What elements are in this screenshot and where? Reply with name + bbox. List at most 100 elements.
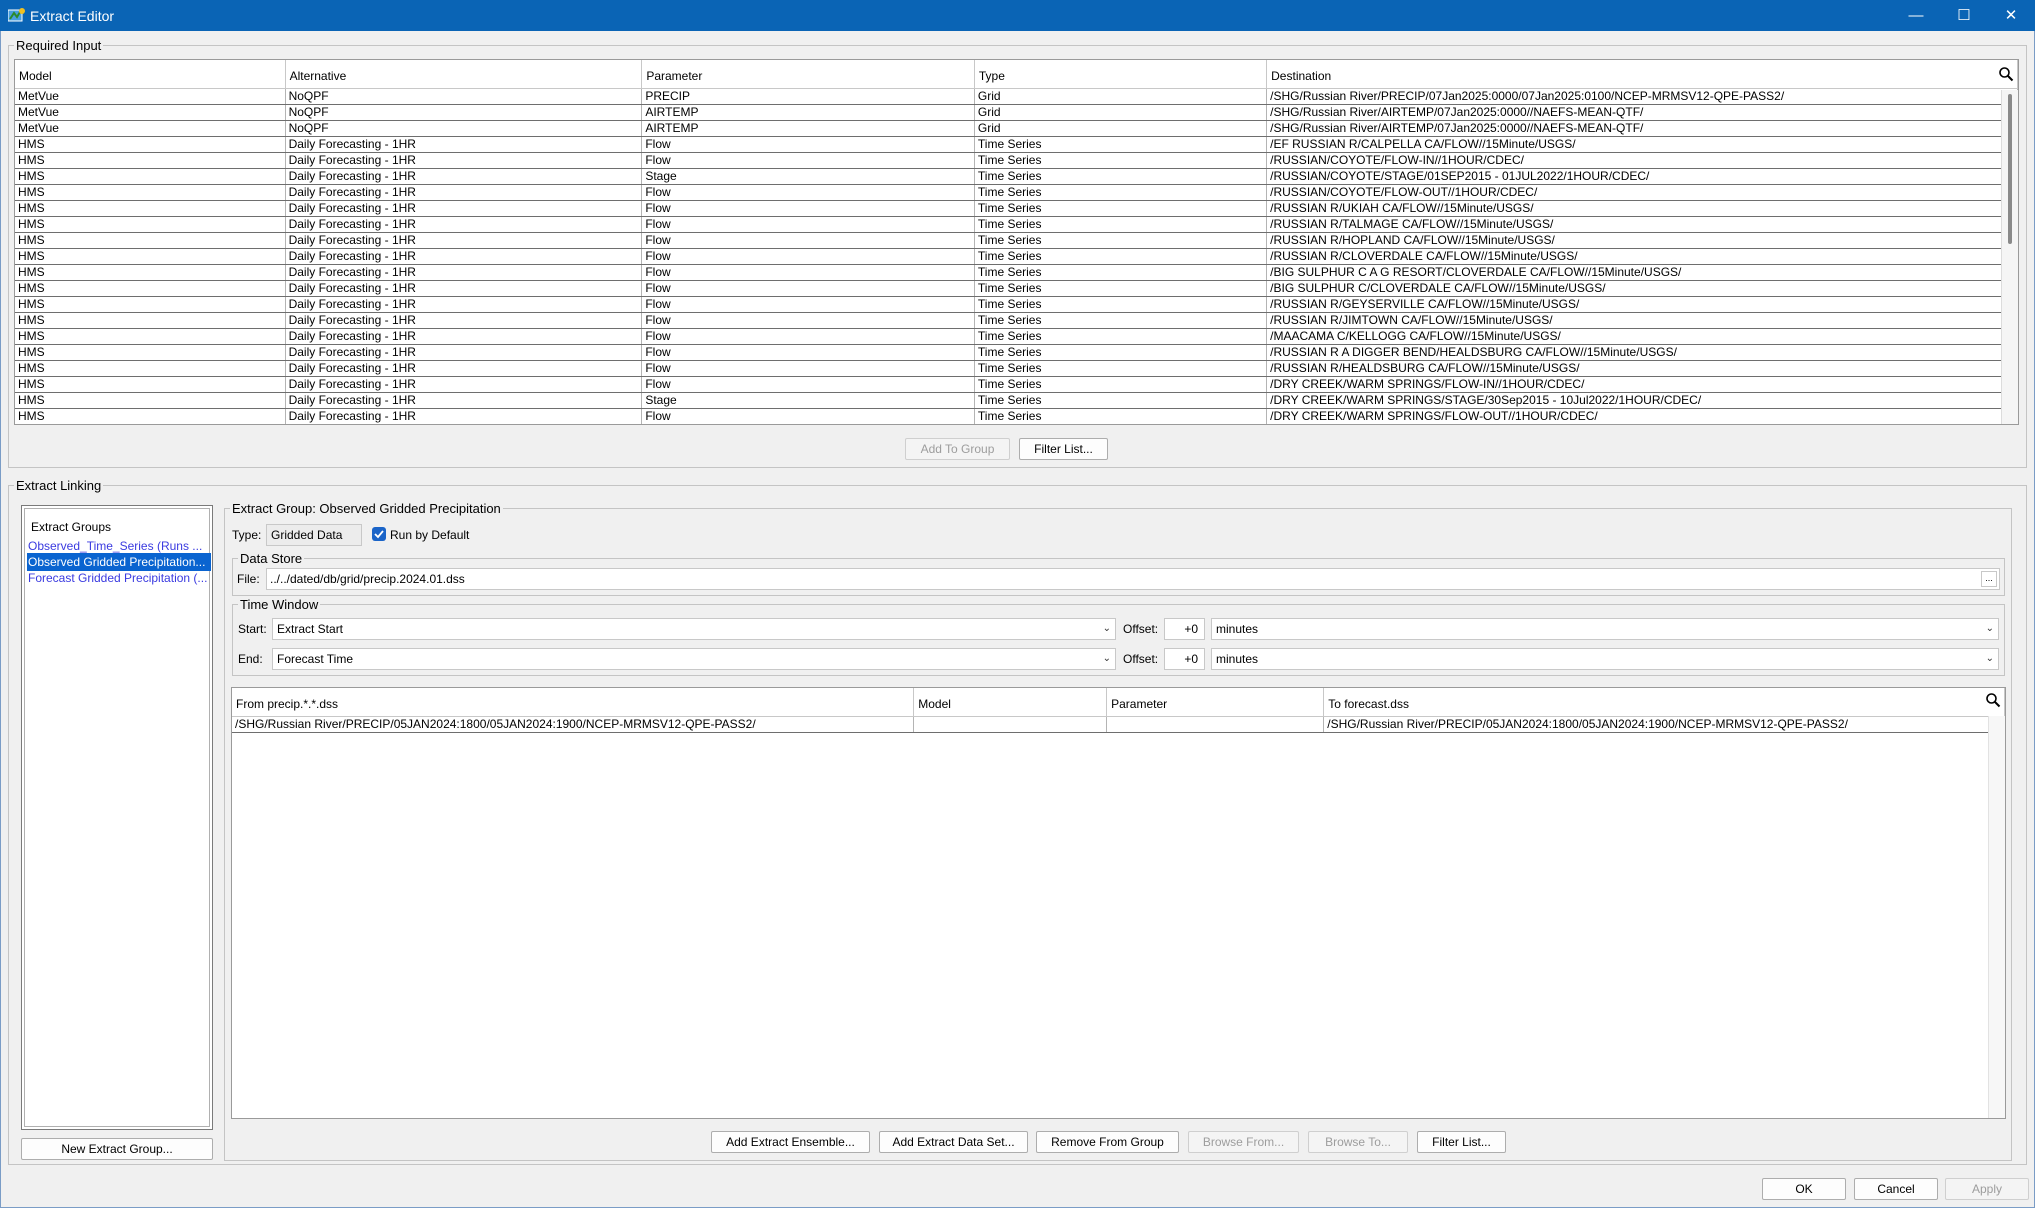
table-cell: Daily Forecasting - 1HR bbox=[285, 376, 643, 393]
table-cell: HMS bbox=[15, 392, 286, 409]
table-cell: /BIG SULPHUR C A G RESORT/CLOVERDALE CA/… bbox=[1266, 264, 2018, 281]
close-button[interactable]: ✕ bbox=[1988, 0, 2034, 31]
file-browse-button[interactable]: ... bbox=[1981, 571, 1997, 587]
end-select-value: Forecast Time bbox=[277, 652, 354, 666]
table-cell: Flow bbox=[641, 216, 975, 233]
column-header[interactable]: Type bbox=[974, 60, 1268, 89]
table-cell: /DRY CREEK/WARM SPRINGS/STAGE/30Sep2015 … bbox=[1266, 392, 2018, 409]
table-row[interactable]: MetVue NoQPF PRECIP Grid/SHG/Russian River/… bbox=[15, 88, 2018, 105]
table-cell: Daily Forecasting - 1HR bbox=[285, 392, 643, 409]
minimize-button[interactable]: — bbox=[1893, 0, 1939, 31]
column-header[interactable]: Model bbox=[913, 688, 1108, 717]
filter-list-button-linking[interactable]: Filter List... bbox=[1417, 1131, 1506, 1153]
table-cell: Time Series bbox=[974, 392, 1268, 409]
filter-list-button[interactable]: Filter List... bbox=[1019, 438, 1108, 460]
column-header[interactable]: From precip.*.*.dss bbox=[232, 688, 915, 717]
column-header[interactable]: Parameter bbox=[641, 60, 975, 89]
run-by-default-checkbox[interactable] bbox=[372, 527, 386, 541]
table-cell: Flow bbox=[641, 408, 975, 424]
table-row[interactable]: HMS Daily Forecasting - 1HR Flow Time Serie… bbox=[15, 264, 2018, 281]
table-row[interactable]: HMS Daily Forecasting - 1HR Flow Time Serie… bbox=[15, 344, 2018, 361]
table-cell: Daily Forecasting - 1HR bbox=[285, 136, 643, 153]
table-cell: HMS bbox=[15, 152, 286, 169]
table-row[interactable]: HMS Daily Forecasting - 1HR Flow Time Serie… bbox=[15, 312, 2018, 329]
table-row[interactable]: MetVue NoQPF AIRTEMP Grid/SHG/Russian River… bbox=[15, 120, 2018, 137]
new-extract-group-button[interactable]: New Extract Group... bbox=[21, 1138, 213, 1160]
end-offset-input[interactable]: +0 bbox=[1164, 648, 1205, 670]
table-row[interactable]: HMS Daily Forecasting - 1HR Flow Time Serie… bbox=[15, 408, 2018, 424]
table-cell: Flow bbox=[641, 328, 975, 345]
table-row[interactable]: HMS Daily Forecasting - 1HR Flow Time Serie… bbox=[15, 328, 2018, 345]
table-cell: Daily Forecasting - 1HR bbox=[285, 328, 643, 345]
search-icon[interactable] bbox=[1985, 692, 2001, 708]
column-header[interactable]: Destination bbox=[1266, 60, 2018, 89]
remove-from-group-button[interactable]: Remove From Group bbox=[1036, 1131, 1179, 1153]
browse-from-button[interactable]: Browse From... bbox=[1188, 1131, 1299, 1153]
required-input-grid: Model Alternative Parameter Type Destination… bbox=[15, 60, 2018, 424]
column-header[interactable]: Alternative bbox=[285, 60, 643, 89]
start-select[interactable]: Extract Start ⌄ bbox=[272, 618, 1116, 640]
table-row[interactable]: HMS Daily Forecasting - 1HR Stage Time Seri… bbox=[15, 168, 2018, 185]
table-cell: Flow bbox=[641, 360, 975, 377]
table-cell: /RUSSIAN R/HEALDSBURG CA/FLOW//15Minute/… bbox=[1266, 360, 2018, 377]
table-cell: NoQPF bbox=[285, 104, 643, 121]
add-extract-data-set-button[interactable]: Add Extract Data Set... bbox=[879, 1131, 1028, 1153]
add-to-group-button[interactable]: Add To Group bbox=[905, 438, 1010, 460]
table-cell: Flow bbox=[641, 248, 975, 265]
extract-linking-legend: Extract Linking bbox=[16, 478, 102, 493]
table-cell: MetVue bbox=[15, 88, 286, 105]
table-row[interactable]: HMS Daily Forecasting - 1HR Flow Time Serie… bbox=[15, 296, 2018, 313]
search-icon[interactable] bbox=[1998, 66, 2014, 82]
mapping-table[interactable]: From precip.*.*.dss Model Parameter To fore… bbox=[231, 687, 2006, 1119]
mapping-scrollbar[interactable] bbox=[1988, 716, 2005, 1118]
extract-group-item[interactable]: Forecast Gridded Precipitation (... bbox=[27, 569, 211, 587]
table-row[interactable]: HMS Daily Forecasting - 1HR Flow Time Serie… bbox=[15, 136, 2018, 153]
required-input-table[interactable]: Model Alternative Parameter Type Destination… bbox=[14, 59, 2019, 425]
table-row[interactable]: HMS Daily Forecasting - 1HR Flow Time Serie… bbox=[15, 216, 2018, 233]
table-row[interactable]: HMS Daily Forecasting - 1HR Flow Time Serie… bbox=[15, 360, 2018, 377]
ok-button[interactable]: OK bbox=[1762, 1178, 1846, 1200]
chevron-down-icon: ⌄ bbox=[1102, 623, 1111, 634]
end-select[interactable]: Forecast Time ⌄ bbox=[272, 648, 1116, 670]
end-unit-select[interactable]: minutes ⌄ bbox=[1211, 648, 1999, 670]
required-input-legend: Required Input bbox=[16, 38, 102, 53]
column-header[interactable]: Parameter bbox=[1106, 688, 1325, 717]
extract-groups-list[interactable]: Extract Groups Observed_Time_Series (Run… bbox=[21, 505, 213, 1130]
add-extract-ensemble-button[interactable]: Add Extract Ensemble... bbox=[711, 1131, 870, 1153]
run-by-default-label[interactable]: Run by Default bbox=[390, 528, 469, 542]
file-input[interactable]: ../../dated/db/grid/precip.2024.01.dss .… bbox=[266, 568, 2000, 590]
file-input-value: ../../dated/db/grid/precip.2024.01.dss bbox=[270, 572, 465, 586]
required-input-scrollbar[interactable] bbox=[2001, 90, 2018, 424]
cancel-button[interactable]: Cancel bbox=[1854, 1178, 1938, 1200]
start-unit-select[interactable]: minutes ⌄ bbox=[1211, 618, 1999, 640]
table-cell: /SHG/Russian River/AIRTEMP/07Jan2025:000… bbox=[1266, 104, 2018, 121]
table-row[interactable]: HMS Daily Forecasting - 1HR Flow Time Serie… bbox=[15, 280, 2018, 297]
start-offset-input[interactable]: +0 bbox=[1164, 618, 1205, 640]
table-cell: /RUSSIAN/COYOTE/STAGE/01SEP2015 - 01JUL2… bbox=[1266, 168, 2018, 185]
table-cell: Time Series bbox=[974, 152, 1268, 169]
column-header[interactable]: Model bbox=[15, 60, 286, 89]
table-cell: Daily Forecasting - 1HR bbox=[285, 408, 643, 424]
extract-groups-list-inner: Extract Groups Observed_Time_Series (Run… bbox=[24, 508, 211, 1127]
table-row[interactable]: HMS Daily Forecasting - 1HR Stage Time Seri… bbox=[15, 392, 2018, 409]
scrollbar-thumb[interactable] bbox=[2008, 94, 2012, 244]
apply-button[interactable]: Apply bbox=[1945, 1178, 2029, 1200]
table-cell: PRECIP bbox=[641, 88, 975, 105]
table-row[interactable]: HMS Daily Forecasting - 1HR Flow Time Serie… bbox=[15, 376, 2018, 393]
table-row[interactable]: /SHG/Russian River/PRECIP/05JAN2024:1800… bbox=[232, 716, 2005, 733]
column-header[interactable]: To forecast.dss bbox=[1323, 688, 2005, 717]
table-row[interactable]: HMS Daily Forecasting - 1HR Flow Time Serie… bbox=[15, 232, 2018, 249]
table-row[interactable]: HMS Daily Forecasting - 1HR Flow Time Serie… bbox=[15, 184, 2018, 201]
table-cell: Grid bbox=[974, 120, 1268, 137]
table-row[interactable]: HMS Daily Forecasting - 1HR Flow Time Serie… bbox=[15, 152, 2018, 169]
table-cell: HMS bbox=[15, 200, 286, 217]
browse-to-button[interactable]: Browse To... bbox=[1308, 1131, 1408, 1153]
start-offset-label: Offset: bbox=[1123, 622, 1159, 636]
table-row[interactable]: HMS Daily Forecasting - 1HR Flow Time Serie… bbox=[15, 248, 2018, 265]
table-row[interactable]: MetVue NoQPF AIRTEMP Grid/SHG/Russian River… bbox=[15, 104, 2018, 121]
table-cell: Grid bbox=[974, 104, 1268, 121]
table-cell: /SHG/Russian River/PRECIP/05JAN2024:1800… bbox=[232, 716, 915, 733]
table-row[interactable]: HMS Daily Forecasting - 1HR Flow Time Serie… bbox=[15, 200, 2018, 217]
table-cell: /RUSSIAN R/TALMAGE CA/FLOW//15Minute/USG… bbox=[1266, 216, 2018, 233]
maximize-button[interactable]: ☐ bbox=[1941, 0, 1987, 31]
